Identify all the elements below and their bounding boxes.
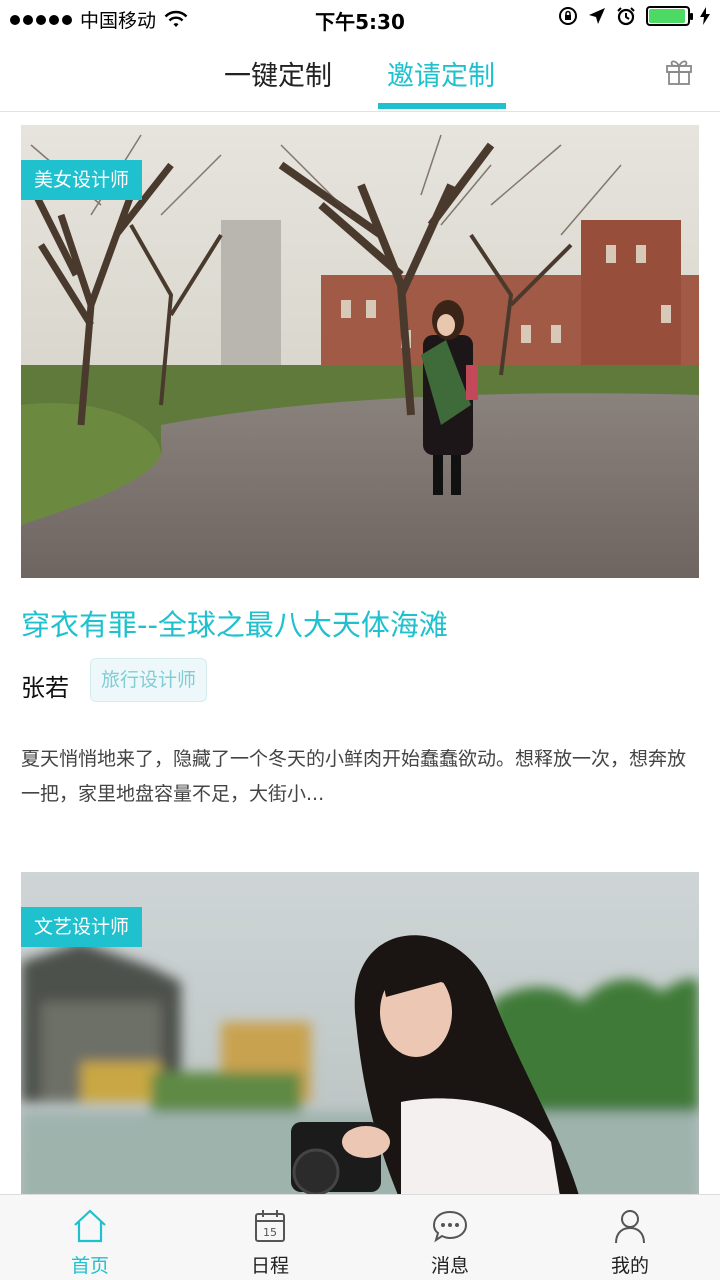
designer-badge: 文艺设计师 (21, 907, 143, 947)
home-icon (74, 1209, 106, 1243)
bottom-tab-bar: 首页 15 日程 消息 我的 (0, 1194, 720, 1280)
profile-icon (615, 1210, 645, 1244)
designer-badge: 美女设计师 (21, 160, 143, 200)
location-icon (589, 8, 605, 24)
nav-profile-label: 我的 (610, 1255, 649, 1277)
nav-home-label: 首页 (70, 1255, 109, 1277)
message-icon (432, 1210, 468, 1243)
author-name[interactable]: 张若 (21, 668, 69, 703)
nav-messages-label: 消息 (430, 1255, 469, 1277)
gift-icon[interactable] (664, 56, 694, 86)
nav-profile[interactable]: 我的 (540, 1195, 720, 1280)
top-tab-bar: 一键定制 邀请定制 (0, 36, 720, 112)
nav-schedule-label: 日程 (250, 1255, 289, 1277)
calendar-day: 15 (263, 1226, 277, 1239)
battery-fill (649, 9, 686, 23)
nav-schedule[interactable]: 15 日程 (180, 1195, 360, 1280)
active-tab-indicator (378, 103, 506, 109)
designer-tag: 旅行设计师 (90, 658, 208, 702)
calendar-icon: 15 (255, 1210, 285, 1242)
article-description: 夏天悄悄地来了，隐藏了一个冬天的小鲜肉开始蠢蠢欲动。想释放一次，想奔放一把，家里… (21, 748, 687, 805)
rotation-lock-icon (559, 7, 577, 25)
status-icons (558, 6, 710, 26)
battery-icon (646, 6, 693, 26)
status-bar: 中国移动 下午5:30 (0, 0, 720, 36)
tab-one-click-custom[interactable]: 一键定制 (215, 54, 341, 112)
article-title[interactable]: 穿衣有罪--全球之最八大天体海滩 (21, 602, 448, 644)
nav-messages[interactable]: 消息 (360, 1195, 540, 1280)
nav-home[interactable]: 首页 (0, 1195, 180, 1280)
alarm-icon (617, 7, 635, 26)
charging-icon (700, 7, 710, 25)
